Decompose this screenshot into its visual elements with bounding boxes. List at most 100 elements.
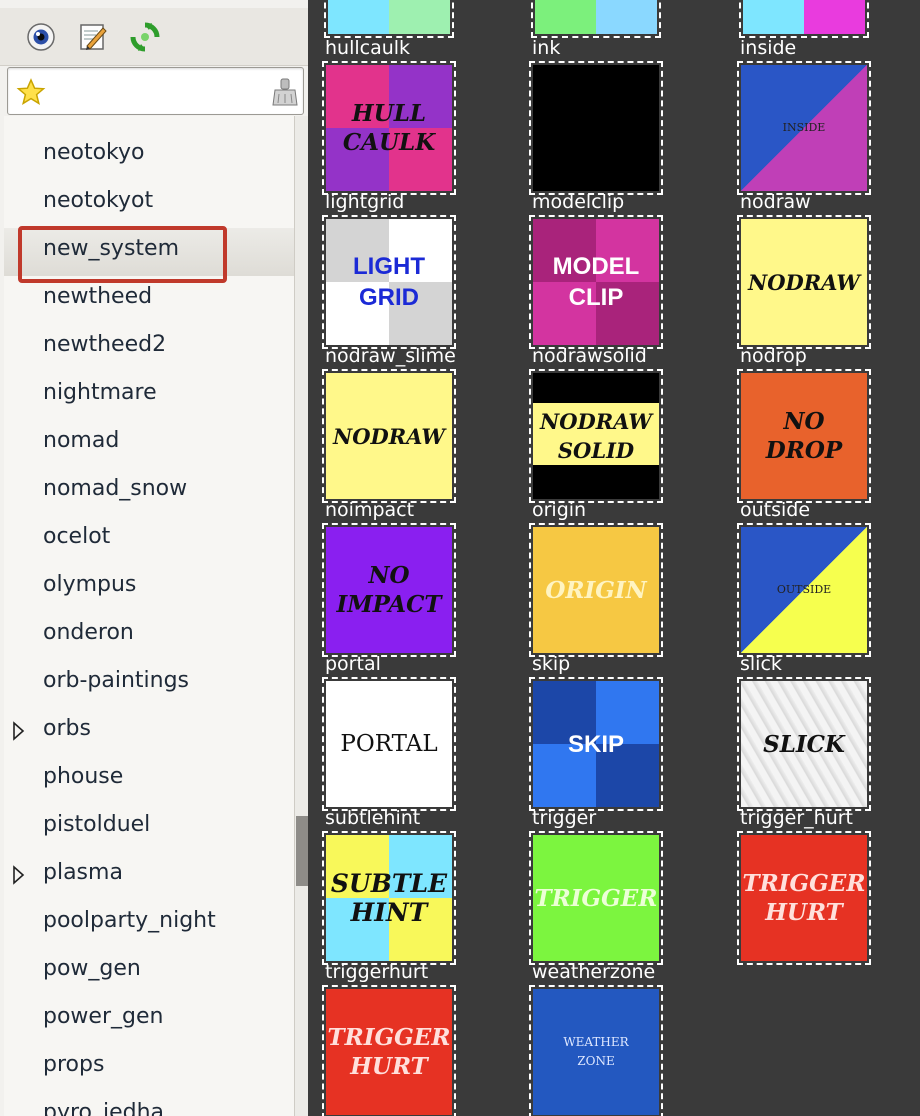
tree-item[interactable]: neotokyo [4, 132, 294, 180]
texture-tile[interactable]: TRIGGER HURT [322, 985, 456, 1116]
expand-arrow-icon[interactable] [12, 864, 26, 886]
tree-item[interactable]: phouse [4, 756, 294, 804]
tree-item-partial[interactable]: _ [4, 116, 294, 126]
texture-name-label: ink [532, 37, 561, 59]
texture-name-label: nodraw [740, 191, 811, 213]
tree-item-label: pyro_jedha [43, 1100, 165, 1116]
tree-item[interactable]: ocelot [4, 516, 294, 564]
tree-item[interactable]: olympus [4, 564, 294, 612]
texture-filter-input[interactable] [52, 76, 262, 106]
texture-name-label: nodrop [740, 345, 807, 367]
tree-item-label: power_gen [43, 1004, 164, 1029]
texture-folder-tree: _ neotokyo neotokyot new_system newtheed new… [4, 116, 294, 1116]
tree-item[interactable]: pow_gen [4, 948, 294, 996]
texture-caption: MODEL CLIP [552, 253, 640, 311]
texture-name-label: lightgrid [325, 191, 405, 213]
tree-item-label: phouse [43, 764, 124, 789]
tree-item[interactable]: poolparty_night [4, 900, 294, 948]
texture-tree-panel: _ neotokyo neotokyot new_system newtheed new… [0, 0, 308, 1116]
tree-item-label: neotokyot [43, 188, 154, 213]
tree-item[interactable]: neotokyot [4, 180, 294, 228]
texture-caption: SLICK [763, 731, 845, 758]
tree-item[interactable]: orb-paintings [4, 660, 294, 708]
tree-item[interactable]: power_gen [4, 996, 294, 1044]
tree-item[interactable]: newtheed2 [4, 324, 294, 372]
texture-tile[interactable]: TRIGGER [529, 831, 663, 965]
expand-arrow-icon[interactable] [12, 720, 26, 742]
texture-tile-partial[interactable] [531, 0, 661, 38]
tree-item[interactable]: props [4, 1044, 294, 1092]
tree-item[interactable]: pistolduel [4, 804, 294, 852]
texture-caption: NO IMPACT [336, 562, 442, 618]
tree-item-label: newtheed [43, 284, 153, 309]
tree-scrollbar-thumb[interactable] [296, 816, 308, 886]
tree-item[interactable]: newtheed [4, 276, 294, 324]
texture-tile[interactable]: TRIGGER HURT [737, 831, 871, 965]
texture-name-label: weatherzone [532, 961, 656, 983]
texture-tile[interactable]: OUTSIDE [737, 523, 871, 657]
texture-tile[interactable]: NODRAW [322, 369, 456, 503]
tree-item-label: orbs [43, 716, 91, 741]
tree-item-label: poolparty_night [43, 908, 216, 933]
texture-tile[interactable]: LIGHT GRID [322, 215, 456, 349]
texture-tile[interactable]: NO IMPACT [322, 523, 456, 657]
texture-tile[interactable]: PORTAL [322, 677, 456, 811]
texture-tile[interactable] [529, 61, 663, 195]
texture-name-label: nodrawsolid [532, 345, 647, 367]
texture-name-label: noimpact [325, 499, 415, 521]
tree-toolbar [0, 8, 308, 66]
texture-caption: OUTSIDE [776, 583, 832, 596]
tree-item[interactable]: plasma [4, 852, 294, 900]
texture-tile[interactable]: INSIDE [737, 61, 871, 195]
texture-tile[interactable]: NODRAW [737, 215, 871, 349]
texture-name-label: trigger_hurt [740, 807, 854, 829]
eye-icon[interactable] [24, 20, 58, 54]
texture-name-label: skip [532, 653, 571, 675]
tree-item[interactable]: new_system [4, 228, 294, 276]
texture-tile[interactable]: HULL CAULK [322, 61, 456, 195]
texture-tile[interactable]: NO DROP [737, 369, 871, 503]
tree-item-label: nomad [43, 428, 120, 453]
texture-tile[interactable]: SUBTLE HINT [322, 831, 456, 965]
texture-caption: NODRAW SOLID [540, 409, 652, 463]
texture-name-label: portal [325, 653, 381, 675]
texture-tile[interactable]: ORIGIN [529, 523, 663, 657]
texture-name-label: hullcaulk [325, 37, 411, 59]
tree-item[interactable]: nightmare [4, 372, 294, 420]
tree-item-label: orb-paintings [43, 668, 190, 693]
texture-tile[interactable]: NODRAW SOLID [529, 369, 663, 503]
texture-tile[interactable]: SLICK [737, 677, 871, 811]
texture-caption: ORIGIN [545, 577, 647, 604]
clear-icon[interactable] [270, 76, 300, 108]
texture-caption: TRIGGER [534, 885, 658, 912]
texture-caption: NO DROP [765, 408, 843, 464]
texture-name-label: inside [740, 37, 797, 59]
texture-tile[interactable]: SKIP [529, 677, 663, 811]
tree-item[interactable]: onderon [4, 612, 294, 660]
tree-item-label: nomad_snow [43, 476, 188, 501]
tree-item-label: newtheed2 [43, 332, 167, 357]
tree-scrollbar[interactable] [294, 116, 308, 1116]
refresh-icon[interactable] [128, 20, 162, 54]
texture-caption: NODRAW [333, 424, 445, 449]
texture-tile[interactable]: MODEL CLIP [529, 215, 663, 349]
texture-name-label: slick [740, 653, 782, 675]
tree-item[interactable]: orbs [4, 708, 294, 756]
texture-caption: NODRAW [748, 270, 860, 295]
tree-item-label: pistolduel [43, 812, 151, 837]
texture-tile-partial[interactable] [324, 0, 454, 38]
tree-item[interactable]: pyro_jedha [4, 1092, 294, 1116]
tree-item-label: neotokyo [43, 140, 145, 165]
tree-item[interactable]: nomad [4, 420, 294, 468]
texture-tile[interactable]: WEATHER ZONE [529, 985, 663, 1116]
texture-tile-partial[interactable] [739, 0, 869, 38]
texture-browser[interactable]: hullcaulk HULL CAULK ink inside INSIDE lightg… [308, 0, 920, 1116]
texture-caption: WEATHER ZONE [563, 1035, 629, 1068]
edit-icon[interactable] [76, 20, 110, 54]
texture-caption: SUBTLE HINT [330, 869, 448, 927]
star-icon[interactable] [16, 78, 46, 106]
tree-item[interactable]: nomad_snow [4, 468, 294, 516]
tree-item-label: onderon [43, 620, 134, 645]
tree-item-label: ocelot [43, 524, 111, 549]
texture-caption: TRIGGER HURT [742, 870, 866, 926]
